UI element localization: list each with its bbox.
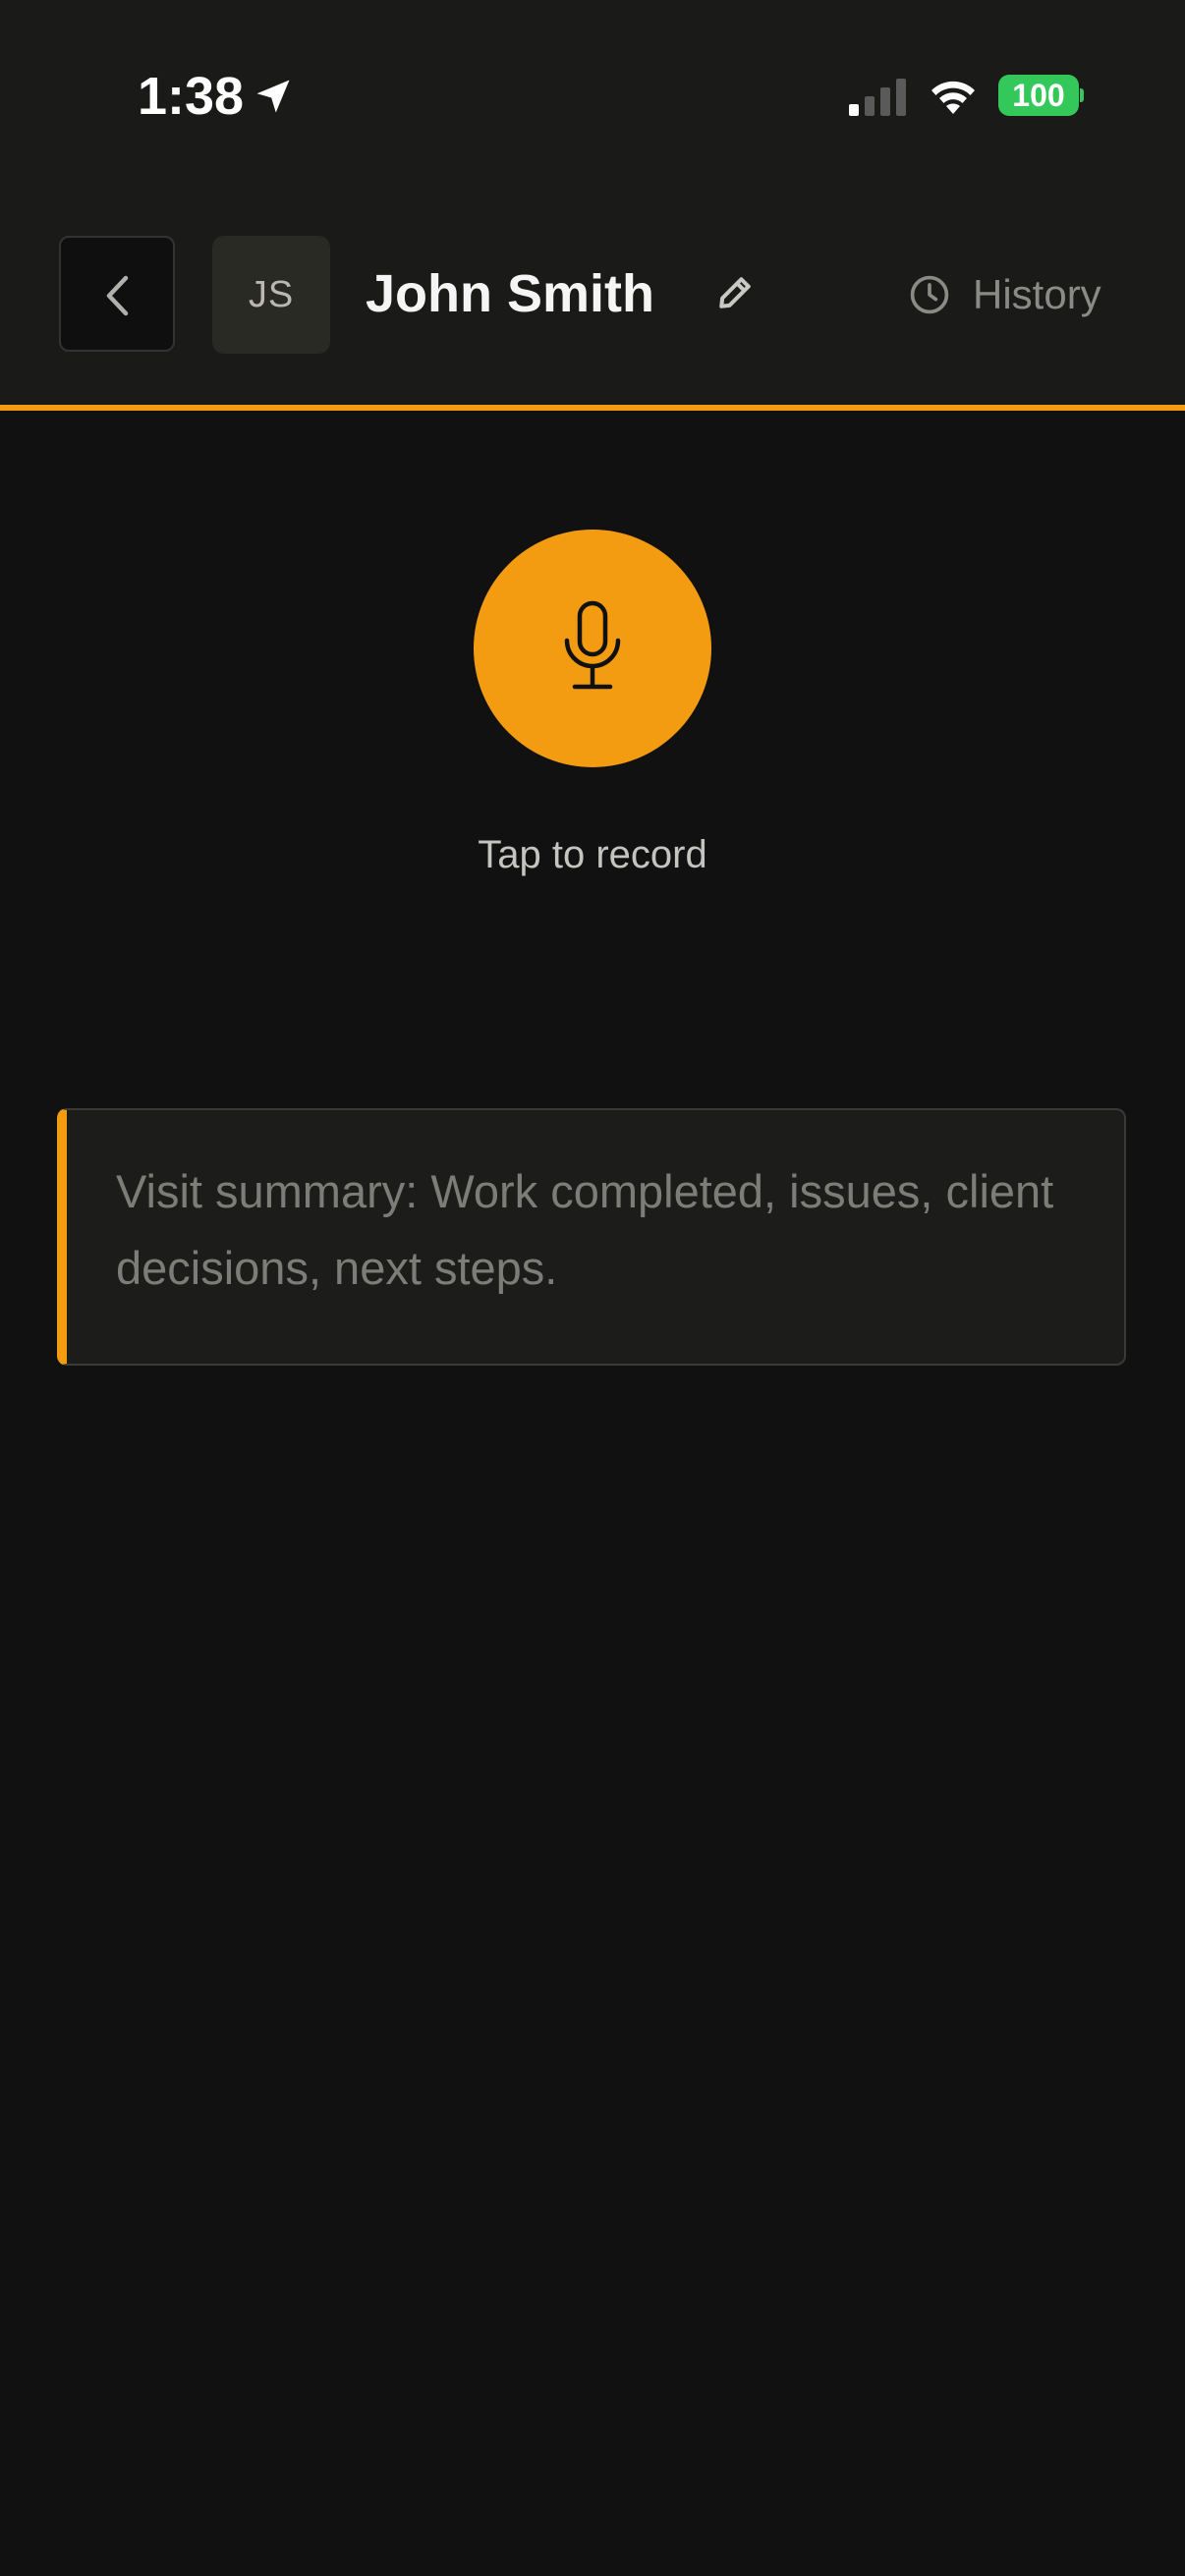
battery-tip — [1080, 88, 1084, 102]
cellular-signal-icon — [849, 77, 908, 116]
visit-summary-input[interactable] — [116, 1153, 1079, 1330]
avatar: JS — [212, 236, 330, 354]
status-time: 1:38 — [138, 67, 245, 126]
location-arrow-icon — [252, 75, 295, 118]
header-accent-divider — [0, 405, 1185, 411]
history-label: History — [973, 271, 1101, 317]
clock-icon — [910, 275, 949, 314]
back-button[interactable] — [59, 236, 175, 352]
battery-icon: 100 — [998, 75, 1079, 116]
record-caption: Tap to record — [478, 833, 707, 876]
record-button[interactable] — [474, 530, 711, 767]
wifi-icon — [928, 75, 979, 114]
pencil-icon[interactable] — [713, 271, 757, 314]
chevron-left-icon — [106, 275, 129, 316]
visit-summary-box — [57, 1108, 1126, 1366]
history-button[interactable]: History — [908, 263, 1124, 326]
microphone-icon — [564, 600, 621, 690]
status-bar: 1:38 100 — [0, 0, 1185, 193]
client-name-title: John Smith — [366, 264, 654, 323]
